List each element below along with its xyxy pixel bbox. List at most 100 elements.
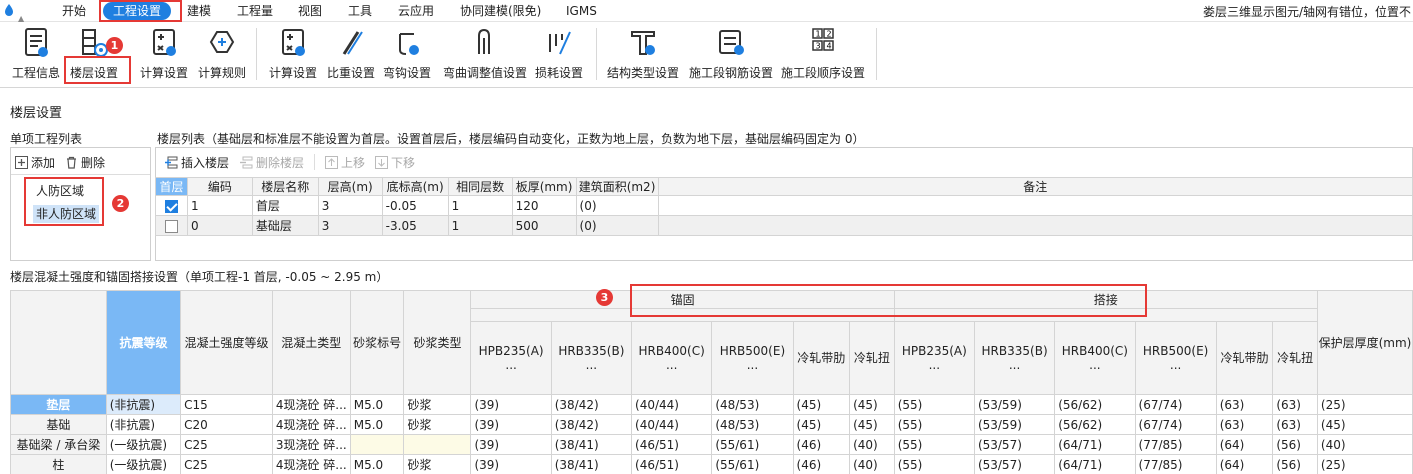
cell-code[interactable]: 0: [186, 215, 253, 236]
cell-lap[interactable]: (64): [1215, 434, 1274, 455]
cell-anchor[interactable]: (45): [792, 414, 851, 435]
cell-mortar-type[interactable]: 砂浆: [403, 454, 472, 474]
cell-same[interactable]: 1: [447, 215, 513, 236]
cell-height[interactable]: 3: [317, 215, 383, 236]
cell-cover[interactable]: (25): [1316, 454, 1413, 474]
menu-quantity[interactable]: 工程量: [237, 3, 273, 19]
cell-lap[interactable]: (63): [1215, 414, 1274, 435]
cell-height[interactable]: 3: [317, 195, 383, 216]
ribbon-calc-settings-button[interactable]: 计算设置: [135, 24, 193, 84]
menu-igms[interactable]: IGMS: [566, 3, 597, 19]
cell-note[interactable]: [657, 195, 1413, 216]
cell-concrete-grade[interactable]: C25: [180, 454, 273, 474]
table-row[interactable]: 1 首层 3 -0.05 1 120 (0): [155, 195, 1413, 216]
menu-modeling[interactable]: 建模: [187, 3, 211, 19]
cell-lap[interactable]: (77/85): [1134, 454, 1217, 474]
cell-lap[interactable]: (77/85): [1134, 434, 1217, 455]
cell-lap[interactable]: (67/74): [1134, 394, 1217, 415]
cell-lap[interactable]: (53/59): [973, 394, 1056, 415]
cell-cover[interactable]: (45): [1316, 414, 1413, 435]
cell-anchor[interactable]: (40/44): [631, 394, 713, 415]
cell-anchor[interactable]: (39): [470, 394, 552, 415]
cell-name[interactable]: 基础层: [251, 215, 319, 236]
menu-cloud[interactable]: 云应用: [398, 3, 434, 19]
cell-bottom[interactable]: -3.05: [381, 215, 449, 236]
delete-project-button[interactable]: 删除: [65, 154, 105, 171]
move-up-button[interactable]: 上移: [325, 154, 365, 171]
row-header[interactable]: 柱: [10, 454, 107, 474]
cell-lap[interactable]: (56): [1272, 454, 1318, 474]
cell-anchor[interactable]: (55/61): [711, 454, 794, 474]
menu-view[interactable]: 视图: [298, 3, 322, 19]
first-floor-checkbox[interactable]: [164, 199, 178, 213]
cell-anchor[interactable]: (48/53): [711, 394, 794, 415]
first-floor-checkbox[interactable]: [164, 219, 178, 233]
cell-anchor[interactable]: (55/61): [711, 434, 794, 455]
row-header[interactable]: 垫层: [10, 394, 107, 415]
ribbon-segment-order-button[interactable]: 1234 施工段顺序设置: [778, 24, 868, 84]
cell-seismic[interactable]: (非抗震): [105, 414, 182, 435]
cell-anchor[interactable]: (45): [849, 394, 895, 415]
add-project-button[interactable]: 添加: [15, 154, 55, 171]
row-header[interactable]: 基础梁 / 承台梁: [10, 434, 107, 455]
cell-seismic[interactable]: (一级抗震): [105, 434, 182, 455]
first-floor-checkbox-cell[interactable]: [155, 195, 188, 216]
cell-note[interactable]: [657, 215, 1413, 236]
cell-anchor[interactable]: (39): [470, 414, 552, 435]
cell-concrete-grade[interactable]: C15: [180, 394, 273, 415]
cell-mortar-grade[interactable]: M5.0: [349, 414, 405, 435]
cell-mortar-type[interactable]: [403, 434, 472, 455]
cell-anchor[interactable]: (46/51): [631, 454, 713, 474]
cell-anchor[interactable]: (38/42): [550, 394, 633, 415]
cell-anchor[interactable]: (45): [792, 394, 851, 415]
table-row[interactable]: 0 基础层 3 -3.05 1 500 (0): [155, 215, 1413, 236]
cell-concrete-type[interactable]: 4现浇砼 碎...: [271, 454, 351, 474]
cell-lap[interactable]: (55): [893, 394, 975, 415]
cell-anchor[interactable]: (46): [792, 434, 851, 455]
cell-lap[interactable]: (64/71): [1054, 454, 1136, 474]
menu-collab[interactable]: 协同建模(限免): [460, 3, 541, 19]
cell-lap[interactable]: (55): [893, 434, 975, 455]
insert-floor-button[interactable]: 插入楼层: [164, 154, 229, 171]
cell-lap[interactable]: (56): [1272, 434, 1318, 455]
ribbon-density-settings-button[interactable]: 比重设置: [322, 24, 380, 84]
cell-lap[interactable]: (53/57): [973, 434, 1056, 455]
cell-anchor[interactable]: (48/53): [711, 414, 794, 435]
table-row[interactable]: 基础 (非抗震) C20 4现浇砼 碎... M5.0 砂浆 (39) (38/42) (40/…: [10, 414, 1413, 435]
cell-lap[interactable]: (64): [1215, 454, 1274, 474]
first-floor-checkbox-cell[interactable]: [155, 215, 188, 236]
cell-lap[interactable]: (63): [1272, 414, 1318, 435]
cell-lap[interactable]: (55): [893, 454, 975, 474]
cell-lap[interactable]: (63): [1272, 394, 1318, 415]
cell-mortar-grade[interactable]: M5.0: [349, 394, 405, 415]
cell-mortar-type[interactable]: 砂浆: [403, 394, 472, 415]
cell-anchor[interactable]: (40/44): [631, 414, 713, 435]
ribbon-calc-rules-button[interactable]: 计算规则: [193, 24, 251, 84]
cell-anchor[interactable]: (45): [849, 414, 895, 435]
cell-thick[interactable]: 120: [511, 195, 577, 216]
cell-anchor[interactable]: (38/42): [550, 414, 633, 435]
cell-anchor[interactable]: (39): [470, 434, 552, 455]
ribbon-hook-settings-button[interactable]: 弯钩设置: [378, 24, 436, 84]
cell-cover[interactable]: (25): [1316, 394, 1413, 415]
cell-lap[interactable]: (53/57): [973, 454, 1056, 474]
cell-code[interactable]: 1: [186, 195, 253, 216]
ribbon-project-info-button[interactable]: 工程信息: [6, 24, 66, 84]
cell-anchor[interactable]: (46): [792, 454, 851, 474]
delete-floor-button[interactable]: 删除楼层: [239, 154, 304, 171]
cell-anchor[interactable]: (38/41): [550, 454, 633, 474]
cell-lap[interactable]: (55): [893, 414, 975, 435]
cell-concrete-grade[interactable]: C20: [180, 414, 273, 435]
cell-anchor[interactable]: (40): [849, 454, 895, 474]
cell-concrete-grade[interactable]: C25: [180, 434, 273, 455]
cell-lap[interactable]: (53/59): [973, 414, 1056, 435]
cell-same[interactable]: 1: [447, 195, 513, 216]
cell-anchor[interactable]: (38/41): [550, 434, 633, 455]
cell-lap[interactable]: (64/71): [1054, 434, 1136, 455]
cell-cover[interactable]: (40): [1316, 434, 1413, 455]
cell-bottom[interactable]: -0.05: [381, 195, 449, 216]
cell-mortar-grade[interactable]: [349, 434, 405, 455]
cell-thick[interactable]: 500: [511, 215, 577, 236]
ribbon-rebar-calc-settings-button[interactable]: 计算设置: [264, 24, 322, 84]
cell-anchor[interactable]: (39): [470, 454, 552, 474]
